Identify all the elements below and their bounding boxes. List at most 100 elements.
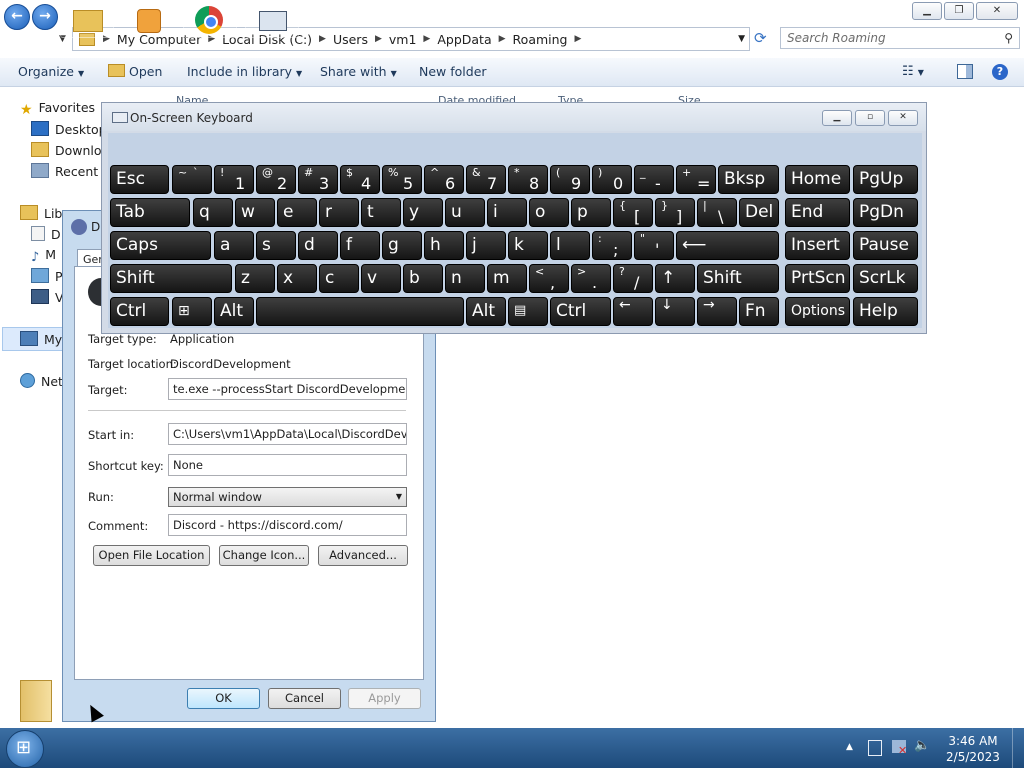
key-options[interactable]: Options bbox=[785, 297, 850, 326]
key-left-ctrl[interactable]: Ctrl bbox=[110, 297, 169, 326]
cancel-button[interactable]: Cancel bbox=[268, 688, 341, 709]
forward-button[interactable]: → bbox=[32, 4, 58, 30]
key-pause[interactable]: Pause bbox=[853, 231, 918, 260]
key-menu[interactable]: ▤ bbox=[508, 297, 548, 326]
key-t[interactable]: t bbox=[361, 198, 401, 227]
key-pgdn[interactable]: PgDn bbox=[853, 198, 918, 227]
key-enter[interactable]: ⟵ bbox=[676, 231, 779, 260]
key-down-arrow[interactable]: ↓ bbox=[655, 297, 695, 326]
key-period[interactable]: >. bbox=[571, 264, 611, 293]
advanced-button[interactable]: Advanced... bbox=[318, 545, 408, 566]
key-r[interactable]: r bbox=[319, 198, 359, 227]
open-button[interactable]: Open bbox=[108, 64, 162, 79]
key-tab[interactable]: Tab bbox=[110, 198, 190, 227]
key-backspace[interactable]: Bksp bbox=[718, 165, 779, 194]
close-button[interactable]: ✕ bbox=[976, 2, 1018, 20]
restore-button[interactable]: ❐ bbox=[944, 2, 974, 20]
key-o[interactable]: o bbox=[529, 198, 569, 227]
key-insert[interactable]: Insert bbox=[785, 231, 850, 260]
key-quote[interactable]: " ' bbox=[634, 231, 674, 260]
key-8[interactable]: * 8 bbox=[508, 165, 548, 194]
shortcut-key-input[interactable]: None bbox=[168, 454, 407, 476]
comment-input[interactable]: Discord - https://discord.com/ bbox=[168, 514, 407, 536]
help-icon[interactable]: ? bbox=[992, 64, 1008, 80]
clock[interactable]: 3:46 AM 2/5/2023 bbox=[938, 733, 1008, 765]
sidebar-item-favorites[interactable]: ★ Favorites bbox=[20, 100, 95, 118]
key-comma[interactable]: <, bbox=[529, 264, 569, 293]
key-equals[interactable]: + = bbox=[676, 165, 716, 194]
key-6[interactable]: ^ 6 bbox=[424, 165, 464, 194]
start-in-input[interactable]: C:\Users\vm1\AppData\Local\DiscordDevelo… bbox=[168, 423, 407, 445]
key-tilde[interactable]: ~ ` bbox=[172, 165, 212, 194]
refresh-icon[interactable]: ⟳ bbox=[754, 29, 767, 47]
sidebar-item-documents[interactable]: D bbox=[31, 226, 61, 242]
show-hidden-icons-icon[interactable]: ▲ bbox=[846, 742, 853, 752]
key-f[interactable]: f bbox=[340, 231, 380, 260]
osk-close-button[interactable]: ✕ bbox=[888, 110, 918, 126]
key-e[interactable]: e bbox=[277, 198, 317, 227]
search-input[interactable]: Search Roaming ⚲ bbox=[780, 27, 1020, 49]
key-4[interactable]: $4 bbox=[340, 165, 380, 194]
sidebar-item-my-computer[interactable]: My bbox=[20, 331, 62, 347]
key-1[interactable]: ! 1 bbox=[214, 165, 254, 194]
key-n[interactable]: n bbox=[445, 264, 485, 293]
share-with-button[interactable]: Share with ▼ bbox=[320, 64, 397, 79]
key-end[interactable]: End bbox=[785, 198, 850, 227]
key-c[interactable]: c bbox=[319, 264, 359, 293]
key-x[interactable]: x bbox=[277, 264, 317, 293]
key-v[interactable]: v bbox=[361, 264, 401, 293]
key-y[interactable]: y bbox=[403, 198, 443, 227]
key-left-alt[interactable]: Alt bbox=[214, 297, 254, 326]
sidebar-item-network[interactable]: Net bbox=[20, 373, 63, 389]
key-left-arrow[interactable]: ← bbox=[613, 297, 653, 326]
taskbar-on-screen-keyboard[interactable] bbox=[245, 2, 299, 38]
run-select[interactable]: Normal window ▼ bbox=[168, 487, 407, 507]
key-right-ctrl[interactable]: Ctrl bbox=[550, 297, 611, 326]
breadcrumb-roaming[interactable]: Roaming bbox=[510, 32, 571, 47]
key-up-arrow[interactable]: ↑ bbox=[655, 264, 695, 293]
key-prtscn[interactable]: PrtScn bbox=[785, 264, 850, 293]
osk-minimize-button[interactable]: ▁ bbox=[822, 110, 852, 126]
key-backslash[interactable]: | \ bbox=[697, 198, 737, 227]
volume-icon[interactable]: 🔈 bbox=[914, 738, 930, 753]
start-button[interactable]: ⊞ bbox=[6, 730, 44, 768]
key-windows[interactable]: ⊞ bbox=[172, 297, 212, 326]
action-center-icon[interactable] bbox=[868, 740, 882, 756]
key-l[interactable]: l bbox=[550, 231, 590, 260]
key-left-shift[interactable]: Shift bbox=[110, 264, 232, 293]
key-right-bracket[interactable]: }] bbox=[655, 198, 695, 227]
key-g[interactable]: g bbox=[382, 231, 422, 260]
key-semicolon[interactable]: :; bbox=[592, 231, 632, 260]
sidebar-item-downloads[interactable]: Downloa bbox=[31, 142, 109, 158]
key-fn[interactable]: Fn bbox=[739, 297, 779, 326]
key-s[interactable]: s bbox=[256, 231, 296, 260]
taskbar-explorer[interactable] bbox=[60, 2, 114, 38]
key-h[interactable]: h bbox=[424, 231, 464, 260]
breadcrumb-vm1[interactable]: vm1 bbox=[386, 32, 420, 47]
key-right-arrow[interactable]: → bbox=[697, 297, 737, 326]
taskbar-chrome[interactable] bbox=[183, 2, 237, 38]
key-help[interactable]: Help bbox=[853, 297, 918, 326]
key-caps[interactable]: Caps bbox=[110, 231, 211, 260]
key-3[interactable]: #3 bbox=[298, 165, 338, 194]
address-dropdown-icon[interactable]: ▼ bbox=[738, 34, 749, 44]
key-0[interactable]: ) 0 bbox=[592, 165, 632, 194]
apply-button[interactable]: Apply bbox=[348, 688, 421, 709]
key-pgup[interactable]: PgUp bbox=[853, 165, 918, 194]
key-minus[interactable]: _ - bbox=[634, 165, 674, 194]
key-scrlk[interactable]: ScrLk bbox=[853, 264, 918, 293]
key-j[interactable]: j bbox=[466, 231, 506, 260]
taskbar-media-player[interactable] bbox=[122, 2, 176, 38]
view-options-icon[interactable]: ☷ ▼ bbox=[902, 64, 924, 79]
key-slash[interactable]: ? / bbox=[613, 264, 653, 293]
minimize-button[interactable]: ▁ bbox=[912, 2, 942, 20]
key-5[interactable]: % 5 bbox=[382, 165, 422, 194]
key-q[interactable]: q bbox=[193, 198, 233, 227]
key-u[interactable]: u bbox=[445, 198, 485, 227]
osk-maximize-button[interactable]: ▫ bbox=[855, 110, 885, 126]
organize-button[interactable]: Organize ▼ bbox=[18, 64, 84, 79]
key-a[interactable]: a bbox=[214, 231, 254, 260]
key-i[interactable]: i bbox=[487, 198, 527, 227]
key-right-alt[interactable]: Alt bbox=[466, 297, 506, 326]
key-w[interactable]: w bbox=[235, 198, 275, 227]
